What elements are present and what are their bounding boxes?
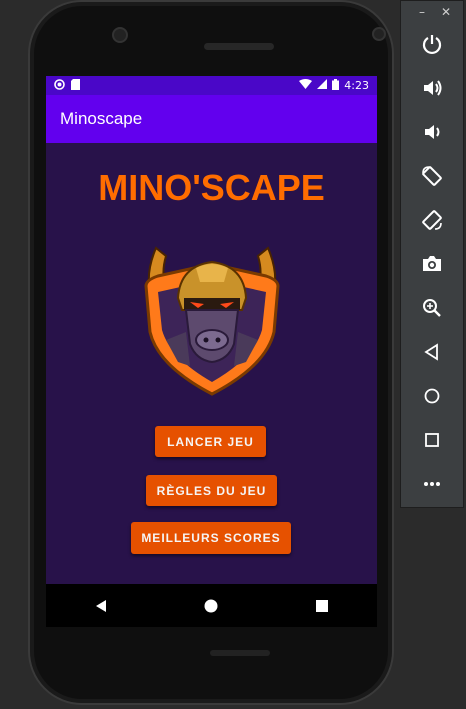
zoom-icon (423, 299, 441, 317)
rotate-left-button[interactable] (415, 159, 449, 193)
start-game-button[interactable]: LANCER JEU (155, 426, 266, 457)
more-icon (424, 482, 440, 486)
power-button[interactable] (415, 27, 449, 61)
back-button[interactable] (415, 335, 449, 369)
volume-down-icon (425, 125, 440, 139)
battery-icon (332, 78, 340, 93)
earpiece-speaker (204, 43, 274, 50)
more-button[interactable] (415, 467, 449, 501)
game-title: MINO'SCAPE (98, 167, 325, 208)
back-nav-button[interactable] (86, 591, 116, 621)
home-nav-button[interactable] (196, 591, 226, 621)
back-triangle-icon (96, 599, 107, 612)
screenshot-button[interactable] (415, 247, 449, 281)
emulator-toolbar: – ✕ (400, 0, 464, 508)
minimize-button[interactable]: – (419, 5, 425, 19)
minotaur-logo (144, 246, 280, 396)
high-scores-button[interactable]: MEILLEURS SCORES (131, 522, 291, 554)
app-title: Minoscape (60, 109, 143, 128)
app-bar: Minoscape (46, 95, 377, 143)
home-icon (424, 388, 440, 404)
overview-square-icon (315, 599, 328, 612)
signal-icon (317, 79, 328, 92)
rotate-left-icon (422, 166, 442, 186)
overview-icon (425, 433, 439, 447)
volume-up-icon (424, 80, 442, 96)
main-content: MINO'SCAPE LANCER JEU RÈGLES DU JEU MEIL… (46, 143, 377, 584)
zoom-button[interactable] (415, 291, 449, 325)
overview-button[interactable] (415, 423, 449, 457)
power-icon (422, 35, 442, 55)
game-rules-button[interactable]: RÈGLES DU JEU (146, 475, 277, 506)
window-controls: – ✕ (401, 1, 463, 23)
sd-card-icon (71, 78, 80, 93)
device-screen: 4:23 Minoscape MINO'SCAPE LANCER JEU RÈG… (46, 76, 377, 627)
camera-icon (423, 256, 441, 271)
volume-down-button[interactable] (415, 115, 449, 149)
navigation-bar (46, 584, 377, 627)
status-bar: 4:23 (46, 76, 377, 95)
bottom-speaker (210, 650, 270, 656)
back-icon (424, 343, 438, 361)
wifi-icon (299, 79, 313, 92)
close-button[interactable]: ✕ (441, 5, 451, 19)
rotate-right-icon (422, 210, 442, 230)
front-camera (112, 27, 128, 43)
volume-up-button[interactable] (415, 71, 449, 105)
home-button[interactable] (415, 379, 449, 413)
overview-nav-button[interactable] (307, 591, 337, 621)
notification-icon (54, 78, 65, 93)
sensor (372, 27, 386, 41)
clock-time: 4:23 (344, 79, 369, 92)
rotate-right-button[interactable] (415, 203, 449, 237)
home-circle-icon (204, 599, 218, 612)
